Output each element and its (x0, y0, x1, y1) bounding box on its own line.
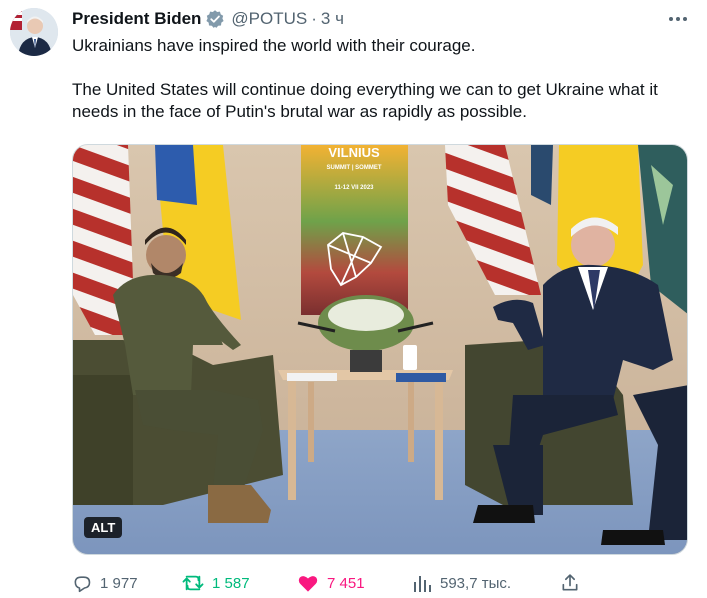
sign-title: VILNIUS (328, 145, 380, 160)
alt-badge[interactable]: ALT (84, 517, 123, 538)
sign-date: 11-12 VII 2023 (334, 185, 374, 191)
tweet-paragraph-2: The United States will continue doing ev… (72, 80, 658, 121)
tweet-text: Ukrainians have inspired the world with … (72, 35, 682, 123)
more-options-icon[interactable] (667, 8, 689, 30)
sign-subtitle: SUMMIT | SOMMET (326, 165, 381, 171)
share-button[interactable] (560, 570, 588, 596)
reply-count: 1 977 (100, 574, 138, 592)
analytics-icon (414, 576, 431, 592)
verified-badge-icon[interactable] (205, 9, 225, 29)
views-button[interactable]: 593,7 тыс. (412, 570, 511, 596)
heart-icon (298, 576, 318, 592)
avatar[interactable] (10, 8, 58, 56)
like-button[interactable]: 7 451 (297, 570, 365, 596)
like-count: 7 451 (327, 574, 365, 592)
reply-button[interactable]: 1 977 (72, 570, 138, 596)
tweet-photo[interactable]: VILNIUS SUMMIT | SOMMET 11-12 VII 2023 (72, 144, 688, 555)
photo-scene: VILNIUS SUMMIT | SOMMET 11-12 VII 2023 (73, 145, 687, 554)
retweet-button[interactable]: 1 587 (182, 570, 250, 596)
tweet-header: President Biden @POTUS · 3 ч (72, 8, 344, 30)
reply-icon (74, 576, 91, 593)
separator-dot: · (311, 9, 317, 28)
share-icon (562, 574, 578, 591)
retweet-count: 1 587 (212, 574, 250, 592)
views-count: 593,7 тыс. (440, 574, 512, 592)
avatar-image (10, 8, 58, 56)
timestamp[interactable]: 3 ч (321, 9, 344, 29)
user-handle[interactable]: @POTUS (231, 9, 307, 29)
tweet-actions: 1 977 1 587 7 451 593,7 тыс. (72, 570, 688, 596)
retweet-icon (182, 575, 204, 591)
previous-content-edge (72, 0, 392, 4)
tweet-paragraph-1: Ukrainians have inspired the world with … (72, 36, 476, 55)
display-name[interactable]: President Biden (72, 9, 201, 29)
